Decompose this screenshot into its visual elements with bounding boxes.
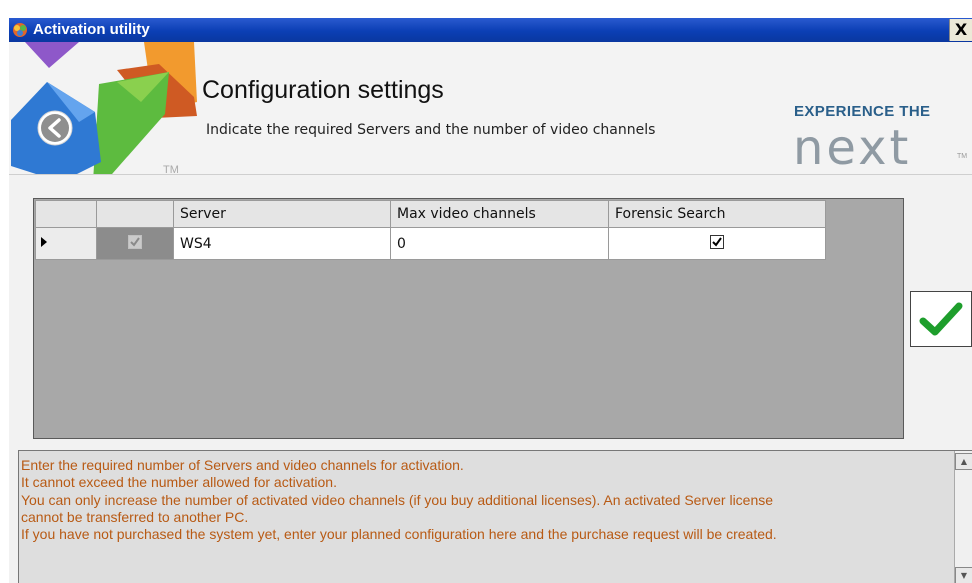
message-text: Enter the required number of Servers and… xyxy=(21,457,941,543)
select-cell[interactable] xyxy=(96,227,174,260)
message-line: If you have not purchased the system yet… xyxy=(21,526,777,543)
message-line: Enter the required number of Servers and… xyxy=(21,457,464,473)
server-cell[interactable]: WS4 xyxy=(173,227,391,260)
back-arrow-icon[interactable] xyxy=(41,114,69,142)
table-row[interactable]: WS4 0 xyxy=(35,227,826,260)
row-indicator[interactable] xyxy=(35,227,97,260)
header-banner: TM Configuration settings Indicate the r… xyxy=(9,42,972,176)
current-row-arrow-icon xyxy=(41,236,47,247)
checkmark-icon xyxy=(919,302,963,336)
brand-logo xyxy=(11,42,197,174)
brand-word: next xyxy=(793,120,912,176)
vertical-scrollbar[interactable]: ▲ ▼ xyxy=(954,451,972,583)
message-area[interactable]: Enter the required number of Servers and… xyxy=(18,450,972,583)
forensic-search-checkbox-icon[interactable] xyxy=(710,234,724,249)
page-title: Configuration settings xyxy=(202,76,444,104)
select-checkbox-icon[interactable] xyxy=(128,234,142,249)
scroll-down-icon[interactable]: ▼ xyxy=(955,567,972,583)
select-column-header xyxy=(96,200,174,228)
message-line: cannot be transferred to another PC. xyxy=(21,508,249,525)
server-grid: Server Max video channels Forensic Searc… xyxy=(33,198,904,439)
brand-tagline: EXPERIENCE THE xyxy=(794,103,931,120)
row-header-corner xyxy=(35,200,97,228)
grid-header-row: Server Max video channels Forensic Searc… xyxy=(35,200,826,228)
window-title: Activation utility xyxy=(33,21,150,38)
forensic-search-cell[interactable] xyxy=(608,227,826,260)
max-channels-column-header[interactable]: Max video channels xyxy=(390,200,609,228)
message-line: You can only increase the number of acti… xyxy=(21,491,774,508)
confirm-button[interactable] xyxy=(910,291,972,347)
max-channels-cell[interactable]: 0 xyxy=(390,227,609,260)
trademark-label: TM xyxy=(163,164,179,176)
page-subtitle: Indicate the required Servers and the nu… xyxy=(206,122,656,138)
app-icon xyxy=(13,23,27,37)
close-button[interactable]: X xyxy=(949,19,972,41)
server-column-header[interactable]: Server xyxy=(173,200,391,228)
forensic-search-column-header[interactable]: Forensic Search xyxy=(608,200,826,228)
title-bar: Activation utility X xyxy=(9,18,972,42)
activation-window: Activation utility X TM Configuration se… xyxy=(9,18,972,583)
message-line: It cannot exceed the number allowed for … xyxy=(21,474,337,491)
brand-tm: TM xyxy=(957,153,968,160)
scroll-up-icon[interactable]: ▲ xyxy=(955,453,972,470)
